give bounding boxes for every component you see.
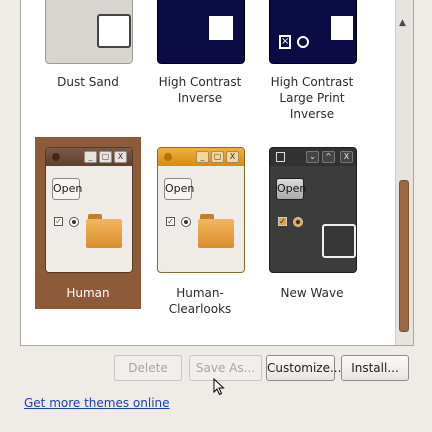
window-icon <box>276 152 285 162</box>
document-icon <box>209 16 233 40</box>
scroll-up-icon[interactable]: ▲ <box>399 18 406 28</box>
mouse-pointer-icon <box>213 378 225 396</box>
folder-icon <box>198 214 234 248</box>
minimize-icon: _ <box>84 151 97 163</box>
checkbox-icon: ✓ <box>278 217 287 226</box>
window-icon <box>52 153 60 161</box>
maximize-icon: ▢ <box>211 151 224 163</box>
theme-name: Human-Clearlooks <box>168 286 232 316</box>
theme-preview <box>45 0 133 64</box>
folder-icon <box>86 214 122 248</box>
theme-preview: _ ▢ X Open ✓ <box>45 147 133 273</box>
get-more-themes-link[interactable]: Get more themes online <box>24 396 170 410</box>
theme-tile-dust-sand[interactable]: Dust Sand <box>35 0 141 89</box>
customize-button[interactable]: Customize... <box>266 355 341 381</box>
checkbox-icon: ✓ <box>166 217 175 226</box>
theme-name: Dust Sand <box>57 75 119 89</box>
delete-button[interactable]: Delete <box>114 355 182 381</box>
radio-icon <box>181 217 191 227</box>
theme-tile-human[interactable]: _ ▢ X Open ✓ Human <box>35 137 141 309</box>
theme-preview: ⌄ ^ X Open ✓ <box>269 147 357 273</box>
theme-preview: _ ▢ X Open ✓ <box>157 147 245 273</box>
preview-open-button: Open <box>276 178 306 200</box>
theme-name: High Contrast Large Print Inverse <box>270 75 354 121</box>
save-as-button[interactable]: Save As... <box>189 355 262 381</box>
checkbox-icon: ✓ <box>54 217 63 226</box>
document-icon <box>322 224 356 258</box>
close-icon: X <box>226 151 239 163</box>
window-icon <box>164 153 172 161</box>
theme-name: New Wave <box>280 286 344 300</box>
document-icon <box>331 16 353 40</box>
document-icon <box>97 14 131 48</box>
checkbox-icon: × <box>279 35 291 49</box>
minimize-icon: ⌄ <box>306 151 319 163</box>
theme-tile-new-wave[interactable]: ⌄ ^ X Open ✓ New Wave <box>259 137 365 309</box>
preview-open-button: Open <box>164 178 194 200</box>
close-icon: X <box>114 151 127 163</box>
maximize-icon: ^ <box>322 151 335 163</box>
radio-icon <box>69 217 79 227</box>
radio-icon <box>297 36 309 48</box>
minimize-icon: _ <box>196 151 209 163</box>
theme-tile-high-contrast-large-print-inverse[interactable]: × High Contrast Large Print Inverse <box>259 0 365 121</box>
theme-list[interactable]: Dust Sand High Contrast Inverse × High C… <box>20 0 414 346</box>
theme-name: Human <box>66 286 110 300</box>
maximize-icon: ▢ <box>99 151 112 163</box>
theme-preview: × <box>269 0 357 64</box>
radio-icon <box>293 217 303 227</box>
theme-tile-high-contrast-inverse[interactable]: High Contrast Inverse <box>147 0 253 105</box>
theme-name: High Contrast Inverse <box>158 75 242 105</box>
install-button[interactable]: Install... <box>341 355 409 381</box>
theme-tile-human-clearlooks[interactable]: _ ▢ X Open ✓ Human-Clearlooks <box>147 137 253 316</box>
preview-open-button: Open <box>52 178 82 200</box>
close-icon: X <box>340 151 353 163</box>
vertical-scrollbar[interactable]: ▲ <box>395 0 413 345</box>
scrollbar-thumb[interactable] <box>399 180 409 332</box>
theme-preview <box>157 0 245 64</box>
